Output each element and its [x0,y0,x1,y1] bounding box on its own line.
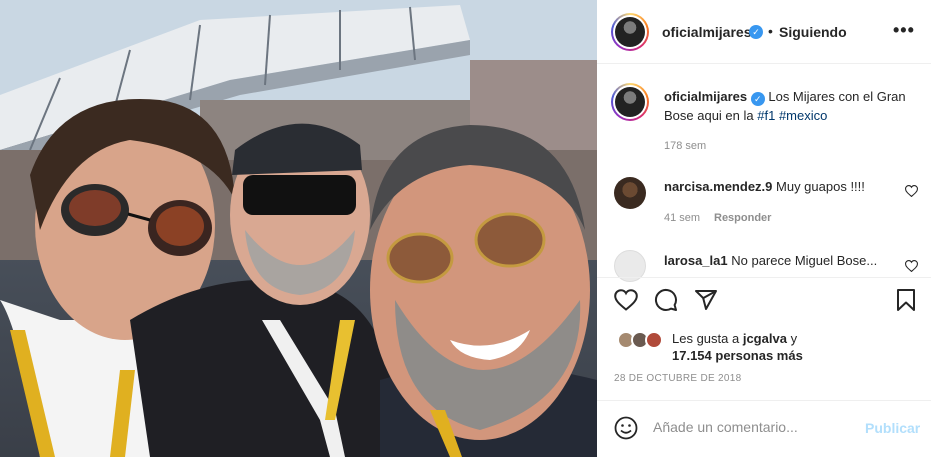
reply-button[interactable]: Responder [714,212,771,224]
verified-badge-icon: ✓ [749,25,763,39]
caption-time[interactable]: 178 sem [664,140,706,152]
comment-item: larosa_la1 No parece Miguel Bose... [664,253,877,268]
commenter-avatar[interactable] [614,177,646,209]
following-button[interactable]: Siguiendo [779,24,847,40]
post-photo-illustration [0,0,597,457]
bookmark-icon[interactable] [896,288,916,312]
likes-suffix: y [790,331,798,346]
publish-button[interactable]: Publicar [865,420,920,436]
author-avatar[interactable] [611,13,649,51]
likes-count-line[interactable]: 17.154 personas más [672,347,803,365]
post-header: oficialmijares ✓ • Siguiendo ••• [597,0,931,64]
comment-text: Muy guapos !!!! [776,179,865,194]
caption-avatar[interactable] [611,83,649,121]
separator-dot: • [768,23,773,39]
post-date[interactable]: 28 DE OCTUBRE DE 2018 [614,373,741,384]
smiley-icon[interactable] [614,416,638,440]
heart-icon[interactable] [614,289,638,311]
comment-username[interactable]: larosa_la1 [664,253,728,268]
comment-input[interactable] [653,419,853,435]
caption-username[interactable]: oficialmijares [664,89,747,104]
actions-divider [597,277,931,278]
verified-badge-icon: ✓ [750,92,765,106]
comment-icon[interactable] [654,288,678,312]
comment-like-heart-icon[interactable] [905,260,918,272]
post-details-panel: oficialmijares ✓ • Siguiendo ••• oficial… [597,0,931,457]
liker-avatar [645,331,663,349]
comment-time[interactable]: 41 sem [664,212,700,224]
hashtag-f1[interactable]: #f1 [757,108,775,123]
liker-username[interactable]: jcgalva [743,331,787,346]
post-caption: oficialmijares ✓ Los Mijares con el Gran… [664,87,914,125]
comment-text: No parece Miguel Bose... [731,253,878,268]
hashtag-mexico[interactable]: #mexico [779,108,827,123]
send-icon[interactable] [694,288,718,312]
comment-like-heart-icon[interactable] [905,185,918,197]
more-horizontal-icon[interactable]: ••• [893,20,915,41]
likes-others-count[interactable]: 17.154 personas más [672,348,803,363]
author-username[interactable]: oficialmijares [662,24,752,40]
comment-item: narcisa.mendez.9 Muy guapos !!!! [664,179,865,194]
post-photo[interactable] [0,0,597,457]
comment-username[interactable]: narcisa.mendez.9 [664,179,772,194]
add-comment-bar: Publicar [597,400,931,457]
likes-summary: Les gusta a jcgalva y [672,330,797,348]
likes-prefix: Les gusta a [672,331,740,346]
